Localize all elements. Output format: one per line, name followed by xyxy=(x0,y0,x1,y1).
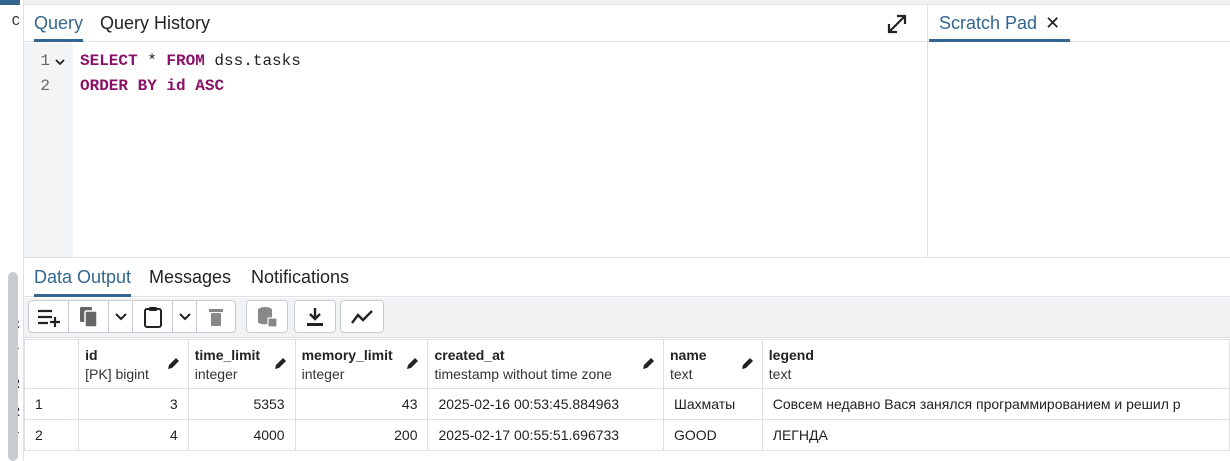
graph-icon xyxy=(351,309,373,324)
cell-name[interactable]: Шахматы xyxy=(662,388,763,420)
column-type: integer xyxy=(301,365,345,382)
graph-visualiser-button[interactable] xyxy=(341,301,383,332)
cell-id[interactable]: 4 xyxy=(78,419,189,451)
tab-query-history[interactable]: Query History xyxy=(100,5,210,42)
cell-created-at[interactable]: 2025-02-16 00:53:45.884963 xyxy=(427,388,664,420)
toolbar-group-edit xyxy=(28,300,236,333)
fold-chevron-icon[interactable] xyxy=(55,57,65,67)
editor-gutter: 1 2 xyxy=(24,43,73,257)
copy-options-button[interactable] xyxy=(109,301,133,332)
line-number: 2 xyxy=(40,77,50,95)
sql-keyword: ORDER xyxy=(80,77,129,95)
edit-pencil-icon[interactable] xyxy=(405,356,420,371)
delete-icon xyxy=(209,308,223,326)
cell-name[interactable]: GOOD xyxy=(662,419,763,451)
tab-notifications[interactable]: Notifications xyxy=(251,258,349,297)
toolbar-group-graph xyxy=(340,300,384,333)
column-header-id[interactable]: id [PK] bigint xyxy=(78,339,189,389)
column-name: memory_limit xyxy=(301,346,393,363)
cell-time-limit[interactable]: 5353 xyxy=(187,388,296,420)
query-tabs: Query Query History xyxy=(24,5,927,42)
sql-keyword: FROM xyxy=(166,52,205,70)
column-type: timestamp without time zone xyxy=(434,365,612,382)
code-text: id xyxy=(156,77,196,95)
download-icon xyxy=(307,307,323,326)
results-toolbar xyxy=(24,298,1230,338)
scratch-pad-label: Scratch Pad xyxy=(939,13,1038,33)
scratch-pad-panel: Scratch Pad ✕ xyxy=(927,5,1230,257)
line-number: 1 xyxy=(40,52,50,70)
column-header-created-at[interactable]: created_at timestamp without time zone xyxy=(427,339,664,389)
download-button[interactable] xyxy=(295,301,335,332)
code-text: dss.tasks xyxy=(204,52,301,70)
column-header-memory-limit[interactable]: memory_limitinteger xyxy=(294,339,429,389)
scratch-pad-tabs: Scratch Pad ✕ xyxy=(928,5,1230,42)
sql-keyword: ASC xyxy=(195,77,225,95)
code-line: SELECT * FROM dss.tasks xyxy=(80,52,301,70)
paste-button[interactable] xyxy=(133,301,173,332)
cell-time-limit[interactable]: 4000 xyxy=(187,419,296,451)
toolbar-group-download xyxy=(294,300,336,333)
header-row: id [PK] bigint time_limit integer memory_l… xyxy=(23,339,1230,389)
table-row[interactable]: 1 3 5353 43 2025-02-16 00:53:45.884963 Ш… xyxy=(23,388,1230,420)
edit-pencil-icon[interactable] xyxy=(641,356,656,371)
left-scrollbar[interactable] xyxy=(8,272,18,461)
copy-button[interactable] xyxy=(69,301,109,332)
edit-pencil-icon[interactable] xyxy=(273,356,288,371)
column-header-time-limit[interactable]: time_limit integer xyxy=(187,339,296,389)
paste-icon xyxy=(143,306,162,328)
sql-keyword: BY xyxy=(137,77,157,95)
edit-pencil-icon[interactable] xyxy=(166,356,181,371)
sql-keyword: SELECT xyxy=(80,52,138,70)
tab-messages[interactable]: Messages xyxy=(149,258,231,297)
sql-editor[interactable]: 1 2 SELECT * FROM dss.tasks ORDER BY id … xyxy=(24,43,927,257)
table-row[interactable]: 2 4 4000 200 2025-02-17 00:55:51.696733 … xyxy=(23,419,1230,451)
column-name: legend xyxy=(768,346,814,363)
query-panel: Query Query History 1 2 SELECT * FROM ds… xyxy=(24,5,927,257)
column-name: created_at xyxy=(434,346,505,363)
cell-id[interactable]: 3 xyxy=(78,388,189,420)
delete-button[interactable] xyxy=(197,301,235,332)
row-number[interactable]: 2 xyxy=(23,419,80,451)
column-header-name[interactable]: name text xyxy=(662,339,763,389)
cell-legend[interactable]: Совсем недавно Вася занялся программиров… xyxy=(761,388,1230,420)
save-data-icon xyxy=(258,306,278,328)
results-panel: Data Output Messages Notifications id [P… xyxy=(23,257,1230,461)
row-number[interactable]: 1 xyxy=(23,388,80,420)
add-row-button[interactable] xyxy=(29,301,69,332)
paste-options-button[interactable] xyxy=(173,301,197,332)
save-data-button[interactable] xyxy=(247,301,287,332)
cell-created-at[interactable]: 2025-02-17 00:55:51.696733 xyxy=(427,419,664,451)
left-strip-char: C xyxy=(11,14,20,30)
row-number-header xyxy=(23,339,80,389)
column-header-legend[interactable]: legend text xyxy=(761,339,1230,389)
chevron-down-icon xyxy=(178,312,191,320)
tab-data-output[interactable]: Data Output xyxy=(34,258,132,297)
tab-query[interactable]: Query xyxy=(34,5,84,42)
chevron-down-icon xyxy=(114,312,127,320)
results-table: id [PK] bigint time_limit integer memory_l… xyxy=(23,339,1230,451)
copy-icon xyxy=(79,306,98,328)
expand-icon[interactable] xyxy=(886,13,908,35)
app-window: C C r R R r Query Query History 1 2 xyxy=(0,0,1230,461)
cell-legend[interactable]: ЛЕГНДА xyxy=(761,419,1230,451)
cell-memory-limit[interactable]: 200 xyxy=(294,419,429,451)
results-tabs: Data Output Messages Notifications xyxy=(24,258,1230,297)
code-line: ORDER BY id ASC xyxy=(80,77,224,95)
object-explorer-edge: C C r R R r xyxy=(0,0,24,461)
cell-memory-limit[interactable]: 43 xyxy=(294,388,429,420)
tab-scratch-pad[interactable]: Scratch Pad ✕ xyxy=(929,5,1071,42)
edit-pencil-icon[interactable] xyxy=(740,356,755,371)
code-text: * xyxy=(137,52,167,70)
toolbar-group-save xyxy=(246,300,288,333)
results-grid: id [PK] bigint time_limit integer memory_l… xyxy=(23,339,1230,461)
close-icon[interactable]: ✕ xyxy=(1045,5,1060,41)
column-type: text xyxy=(768,365,792,382)
add-row-icon xyxy=(37,309,60,327)
